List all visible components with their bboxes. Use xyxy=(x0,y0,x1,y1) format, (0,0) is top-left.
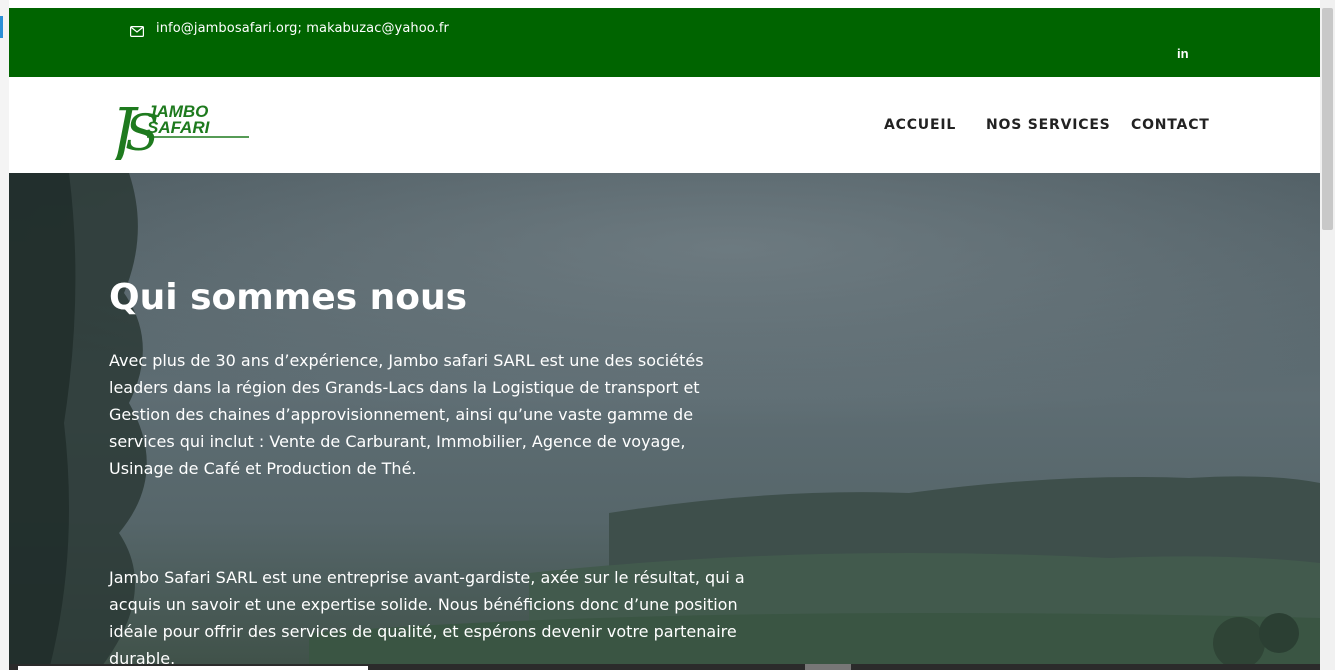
nav-nos-services[interactable]: NOS SERVICES xyxy=(986,117,1111,133)
mail-icon xyxy=(130,26,144,37)
left-window-gutter xyxy=(0,0,9,670)
nav-contact[interactable]: CONTACT xyxy=(1131,117,1210,133)
linkedin-icon[interactable]: in xyxy=(1177,46,1189,61)
window-top-edge xyxy=(0,0,1335,8)
hero-section: Qui sommes nous Avec plus de 30 ans d’ex… xyxy=(9,173,1320,670)
hero-paragraph-1: Avec plus de 30 ans d’expérience, Jambo … xyxy=(109,351,704,478)
contact-emails[interactable]: info@jambosafari.org; makabuzac@yahoo.fr xyxy=(156,21,449,36)
bottom-taskbar-segment xyxy=(18,666,368,670)
jambo-safari-logo[interactable]: J S JAMBO SAFARI xyxy=(109,90,251,160)
site-header: J S JAMBO SAFARI ACCUEIL NOS SERVICES CO… xyxy=(9,77,1320,173)
top-contact-bar: info@jambosafari.org; makabuzac@yahoo.fr… xyxy=(9,8,1320,77)
side-tab-indicator xyxy=(0,16,3,38)
nav-accueil[interactable]: ACCUEIL xyxy=(884,117,956,133)
bottom-taskbar-marker xyxy=(805,664,851,670)
hero-title: Qui sommes nous xyxy=(109,277,468,318)
scrollbar-thumb[interactable] xyxy=(1322,8,1333,230)
hero-paragraph-2: Jambo Safari SARL est une entreprise ava… xyxy=(109,568,745,668)
logo-line-2: SAFARI xyxy=(147,118,211,137)
